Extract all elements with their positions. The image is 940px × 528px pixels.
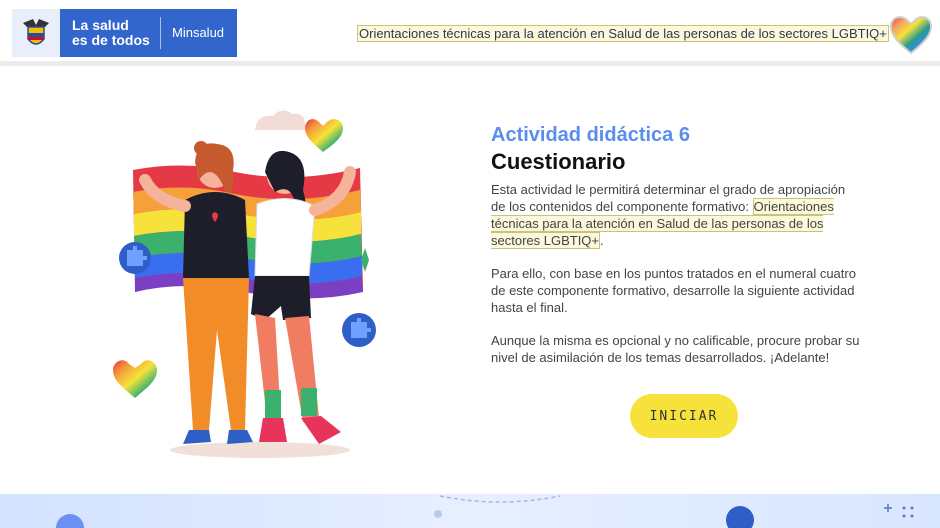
brand-line-2: es de todos [72, 32, 150, 48]
puzzle-piece-icon [119, 242, 151, 274]
minsalud-brand-logo[interactable]: La salud es de todos Minsalud [12, 9, 237, 57]
couple-with-pride-flag-illustration [113, 110, 376, 458]
footer-decoration [56, 495, 914, 528]
activity-text-column: Actividad didáctica 6 Cuestionario Esta … [491, 123, 861, 382]
brand-line-1: La salud [72, 17, 129, 33]
activity-instructions: Para ello, con base en los puntos tratad… [491, 266, 856, 315]
rainbow-heart-icon [113, 360, 157, 398]
course-title-link[interactable]: Orientaciones técnicas para la atención … [357, 25, 889, 42]
cloud-icon [255, 110, 313, 130]
brand-slogan: La salud es de todos [60, 9, 160, 57]
decorative-footer [0, 494, 940, 528]
activity-subtitle: Actividad didáctica 6 [491, 124, 690, 146]
brand-ministry: Minsalud [172, 25, 225, 40]
rainbow-heart-icon [889, 16, 933, 55]
activity-encouragement: Aunque la misma es opcional y no calific… [491, 333, 860, 365]
top-header: La salud es de todos Minsalud Orientacio… [0, 0, 940, 66]
colombia-coat-of-arms-icon [12, 9, 60, 57]
puzzle-piece-icon [342, 313, 376, 347]
rainbow-heart-icon [305, 119, 343, 152]
start-button[interactable]: INICIAR [630, 394, 738, 438]
description-suffix: . [600, 233, 604, 248]
activity-description: Esta actividad le permitirá determinar e… [491, 181, 861, 249]
activity-title: Cuestionario [491, 149, 626, 174]
